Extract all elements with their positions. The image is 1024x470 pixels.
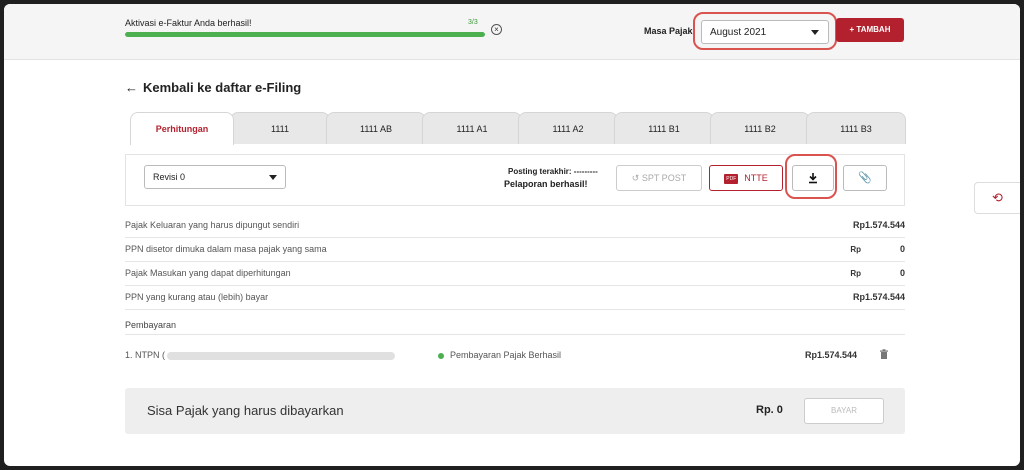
summary-prefix: Rp	[850, 269, 861, 278]
summary-label: PPN disetor dimuka dalam masa pajak yang…	[125, 244, 327, 254]
tab-1111-a2[interactable]: 1111 A2	[518, 112, 618, 144]
tab-1111-ab[interactable]: 1111 AB	[326, 112, 426, 144]
tab-1111-b2[interactable]: 1111 B2	[710, 112, 810, 144]
back-label: Kembali ke daftar e-Filing	[143, 80, 302, 95]
remaining-tax-label: Sisa Pajak yang harus dibayarkan	[147, 403, 344, 418]
summary-value: Rp1.574.544	[852, 292, 905, 302]
masa-pajak-label: Masa Pajak	[644, 26, 693, 36]
spt-post-label: SPT POST	[641, 173, 687, 183]
posting-label: Posting terakhir: ---------	[508, 167, 598, 176]
summary-prefix: Rp	[850, 245, 861, 254]
summary-value: 0	[899, 268, 905, 278]
tab-1111-b3[interactable]: 1111 B3	[806, 112, 906, 144]
summary-row: PPN yang kurang atau (lebih) bayar Rp1.5…	[125, 286, 905, 310]
pembayaran-title: Pembayaran	[125, 320, 177, 330]
spt-post-button[interactable]: ↺ SPT POST	[616, 165, 702, 191]
tab-perhitungan[interactable]: Perhitungan	[130, 112, 234, 145]
ntte-label: NTTE	[744, 173, 768, 183]
summary-label: Pajak Keluaran yang harus dipungut sendi…	[125, 220, 300, 230]
tab-1111-b1[interactable]: 1111 B1	[614, 112, 714, 144]
tab-1111-a1[interactable]: 1111 A1	[422, 112, 522, 144]
payment-ntpn: 1. NTPN (	[125, 350, 396, 360]
summary-value: Rp1.574.544	[852, 220, 905, 230]
success-dot-icon	[438, 352, 444, 359]
payment-ntpn-label: 1. NTPN (	[125, 350, 166, 360]
summary-row: PPN disetor dimuka dalam masa pajak yang…	[125, 238, 905, 262]
revisi-select[interactable]: Revisi 0	[144, 165, 286, 189]
arrow-left-icon: ←	[125, 80, 138, 95]
summary-row: Pajak Keluaran yang harus dipungut sendi…	[125, 214, 905, 238]
pay-button[interactable]: BAYAR	[804, 398, 884, 424]
posting-status: Pelaporan berhasil!	[504, 179, 588, 189]
divider	[125, 334, 905, 335]
activation-progress-fill	[125, 32, 485, 37]
payment-status-label: Pembayaran Pajak Berhasil	[450, 350, 562, 360]
summary-row: Pajak Masukan yang dapat diperhitungan R…	[125, 262, 905, 286]
payment-status: Pembayaran Pajak Berhasil	[438, 350, 561, 360]
ntte-button[interactable]: PDF NTTE	[709, 165, 783, 191]
activation-progress-bar	[125, 32, 485, 37]
history-icon: ⟲	[992, 190, 1003, 205]
paperclip-icon: 📎	[858, 172, 872, 184]
activation-message: Aktivasi e-Faktur Anda berhasil!	[125, 18, 252, 28]
tab-1111[interactable]: 1111	[230, 112, 330, 144]
add-button[interactable]: + TAMBAH	[836, 18, 904, 42]
attachment-button[interactable]: 📎	[843, 165, 887, 191]
summary-label: PPN yang kurang atau (lebih) bayar	[125, 292, 269, 302]
back-link[interactable]: ← Kembali ke daftar e-Filing	[125, 80, 301, 95]
payment-amount: Rp1.574.544	[805, 350, 858, 360]
activation-count: 3/3	[468, 19, 478, 26]
pdf-icon: PDF	[724, 173, 739, 184]
redacted-ntpn	[167, 351, 396, 360]
close-icon[interactable]: ×	[491, 24, 502, 35]
summary-label: Pajak Masukan yang dapat diperhitungan	[125, 268, 291, 278]
top-bar: Aktivasi e-Faktur Anda berhasil! 3/3 × M…	[4, 4, 1020, 60]
app-window: Aktivasi e-Faktur Anda berhasil! 3/3 × M…	[4, 4, 1020, 466]
revisi-value: Revisi 0	[153, 172, 186, 182]
remaining-tax-value: Rp. 0	[756, 404, 783, 416]
chevron-down-icon	[269, 175, 277, 180]
highlight-ring-download	[785, 154, 837, 199]
history-button[interactable]: ⟲	[974, 182, 1020, 214]
refresh-icon: ↺	[631, 173, 640, 183]
remaining-tax-box: Sisa Pajak yang harus dibayarkan Rp. 0 B…	[125, 388, 905, 434]
summary-value: 0	[899, 244, 905, 254]
trash-icon[interactable]	[879, 349, 889, 360]
payment-row: 1. NTPN ( Pembayaran Pajak Berhasil Rp1.…	[125, 348, 905, 366]
highlight-ring-masa	[693, 12, 837, 50]
